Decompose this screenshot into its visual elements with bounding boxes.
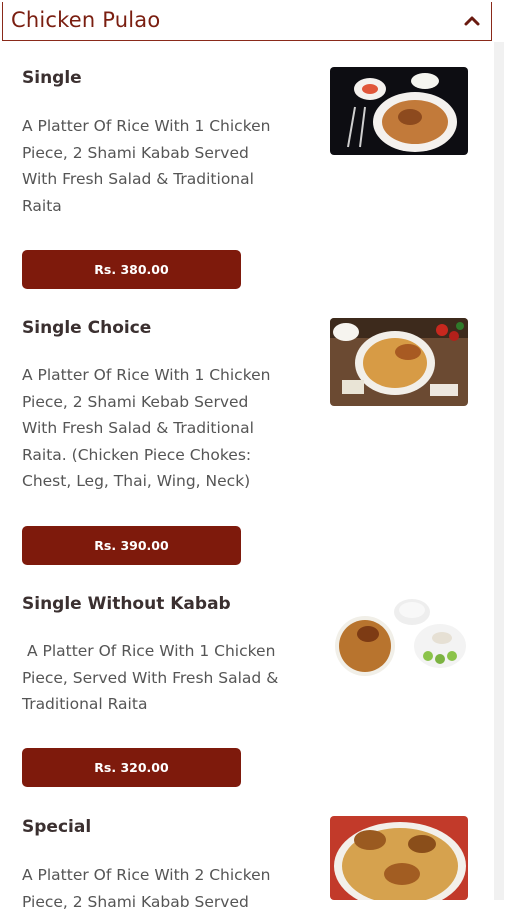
item-description: A Platter Of Rice With 1 Chicken Piece, …: [22, 642, 279, 713]
item-title: Special: [22, 817, 92, 837]
category-title: Chicken Pulao: [11, 8, 161, 32]
chevron-up-icon[interactable]: [461, 10, 483, 32]
food-plate-image: [330, 67, 468, 155]
price-button[interactable]: Rs. 390.00: [22, 526, 241, 565]
scrollbar[interactable]: [494, 42, 504, 900]
food-plate-image: [330, 816, 468, 900]
price-button[interactable]: Rs. 320.00: [22, 748, 241, 787]
food-plate-image: [330, 318, 468, 406]
item-title: Single Choice: [22, 318, 152, 338]
item-description: A Platter Of Rice With 1 Chicken Piece, …: [22, 117, 271, 215]
price-button[interactable]: Rs. 380.00: [22, 250, 241, 289]
category-header[interactable]: Chicken Pulao: [2, 2, 492, 41]
item-description: A Platter Of Rice With 2 Chicken Piece, …: [22, 866, 271, 911]
item-description: A Platter Of Rice With 1 Chicken Piece, …: [22, 366, 271, 490]
item-title: Single: [22, 68, 82, 88]
item-title: Single Without Kabab: [22, 594, 231, 614]
food-plate-image: [330, 594, 468, 682]
